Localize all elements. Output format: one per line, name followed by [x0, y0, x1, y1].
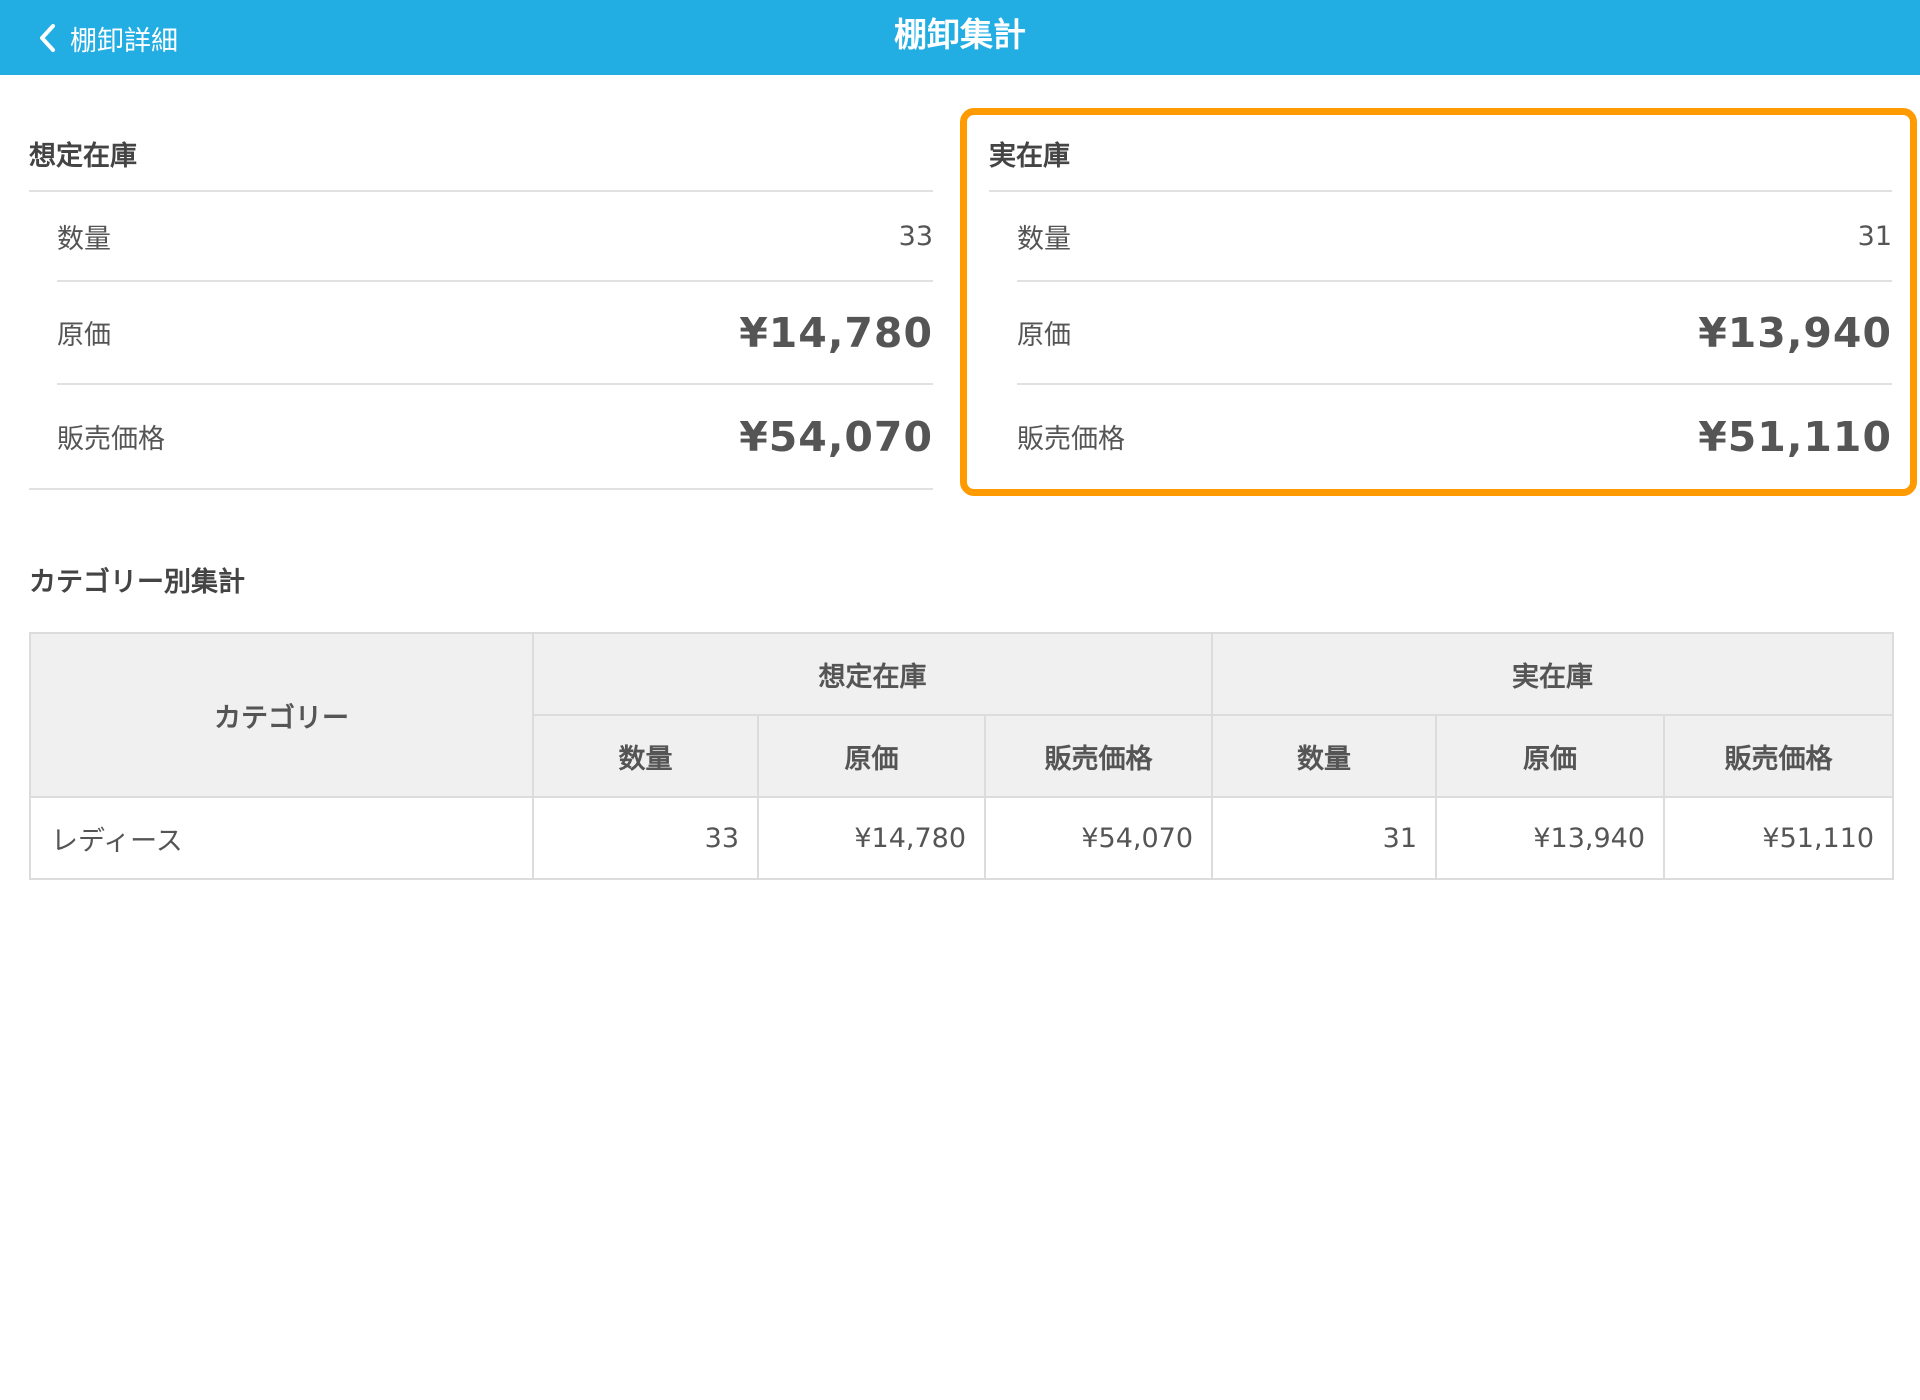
expected-quantity-header: 数量 — [532, 714, 759, 798]
expected-cost-cell: ¥14,780 — [757, 796, 986, 880]
back-button[interactable]: 棚卸詳細 — [36, 18, 178, 58]
expected-quantity-value: 33 — [898, 220, 933, 252]
highlight-frame — [960, 108, 1917, 496]
actual-group-header: 実在庫 — [1211, 632, 1895, 716]
actual-price-cell: ¥51,110 — [1663, 796, 1895, 880]
chevron-left-icon — [36, 21, 58, 55]
category-column-header: カテゴリー — [29, 632, 534, 798]
category-name-cell: レディース — [29, 796, 534, 880]
expected-cost-row: 原価 ¥14,780 — [57, 282, 933, 385]
navigation-bar: 棚卸集計 棚卸詳細 — [0, 0, 1920, 75]
expected-price-row: 販売価格 ¥54,070 — [57, 385, 933, 488]
expected-group-header: 想定在庫 — [531, 632, 1214, 716]
expected-quantity-cell: 33 — [532, 796, 759, 880]
table-row: レディース 33 ¥14,780 ¥54,070 31 ¥13,940 ¥51,… — [29, 796, 1895, 880]
expected-inventory-panel: 想定在庫 数量 33 原価 ¥14,780 販売価格 ¥54,070 — [29, 130, 933, 490]
expected-price-value: ¥54,070 — [739, 412, 933, 461]
actual-cost-cell: ¥13,940 — [1435, 796, 1666, 880]
expected-cost-label: 原価 — [57, 320, 111, 351]
category-summary-table: カテゴリー 想定在庫 実在庫 数量 原価 販売価格 数量 原価 販売価格 レディ… — [29, 632, 1895, 880]
category-summary-title: カテゴリー別集計 — [29, 567, 245, 598]
expected-quantity-label: 数量 — [57, 223, 111, 255]
actual-cost-header: 原価 — [1435, 714, 1666, 798]
actual-price-header: 販売価格 — [1663, 714, 1895, 798]
expected-cost-value: ¥14,780 — [739, 308, 933, 357]
page-title: 棚卸集計 — [894, 15, 1026, 54]
actual-quantity-header: 数量 — [1211, 714, 1438, 798]
expected-inventory-title: 想定在庫 — [29, 130, 933, 192]
expected-cost-header: 原価 — [757, 714, 986, 798]
expected-quantity-row: 数量 33 — [57, 192, 933, 282]
back-button-label: 棚卸詳細 — [70, 25, 178, 57]
expected-price-cell: ¥54,070 — [983, 796, 1214, 880]
actual-quantity-cell: 31 — [1211, 796, 1438, 880]
expected-price-label: 販売価格 — [57, 424, 165, 455]
divider — [29, 488, 933, 490]
expected-price-header: 販売価格 — [983, 714, 1214, 798]
